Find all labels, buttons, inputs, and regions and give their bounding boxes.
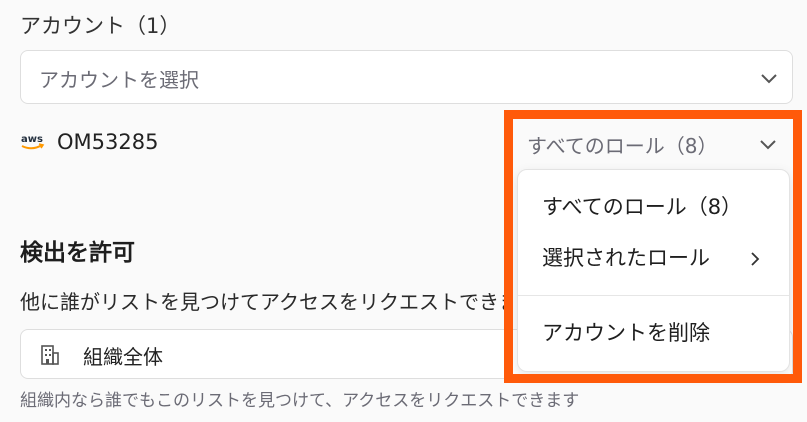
chevron-right-icon bbox=[751, 252, 760, 266]
building-icon bbox=[41, 345, 59, 365]
chevron-down-icon bbox=[760, 140, 776, 150]
role-select-label: すべてのロール（8） bbox=[527, 134, 718, 158]
role-dropdown-menu: すべてのロール（8） 選択されたロール アカウントを削除 bbox=[517, 169, 790, 372]
aws-logo: aws bbox=[21, 134, 45, 150]
account-row: aws OM53285 すべてのロール（8） bbox=[20, 128, 790, 160]
role-select[interactable]: すべてのロール（8） bbox=[527, 128, 787, 160]
menu-item-selected-roles-label: 選択されたロール bbox=[542, 246, 710, 270]
menu-item-selected-roles[interactable]: 選択されたロール bbox=[518, 234, 789, 282]
account-select-placeholder: アカウントを選択 bbox=[39, 68, 199, 92]
detection-heading: 検出を許可 bbox=[20, 240, 135, 266]
account-id: OM53285 bbox=[57, 130, 159, 154]
scope-value: 組織全体 bbox=[83, 345, 163, 369]
scope-help-text: 組織内なら誰でもこのリストを見つけて、アクセスをリクエストできます bbox=[20, 391, 580, 411]
menu-item-remove-account[interactable]: アカウントを削除 bbox=[518, 309, 789, 357]
menu-divider bbox=[518, 295, 789, 296]
account-section-label: アカウント（1） bbox=[20, 14, 181, 38]
chevron-down-icon bbox=[761, 74, 777, 84]
account-select[interactable]: アカウントを選択 bbox=[20, 50, 793, 104]
menu-item-all-roles[interactable]: すべてのロール（8） bbox=[518, 183, 789, 231]
detection-description: 他に誰がリストを見つけてアクセスをリクエストできますか bbox=[20, 290, 510, 314]
